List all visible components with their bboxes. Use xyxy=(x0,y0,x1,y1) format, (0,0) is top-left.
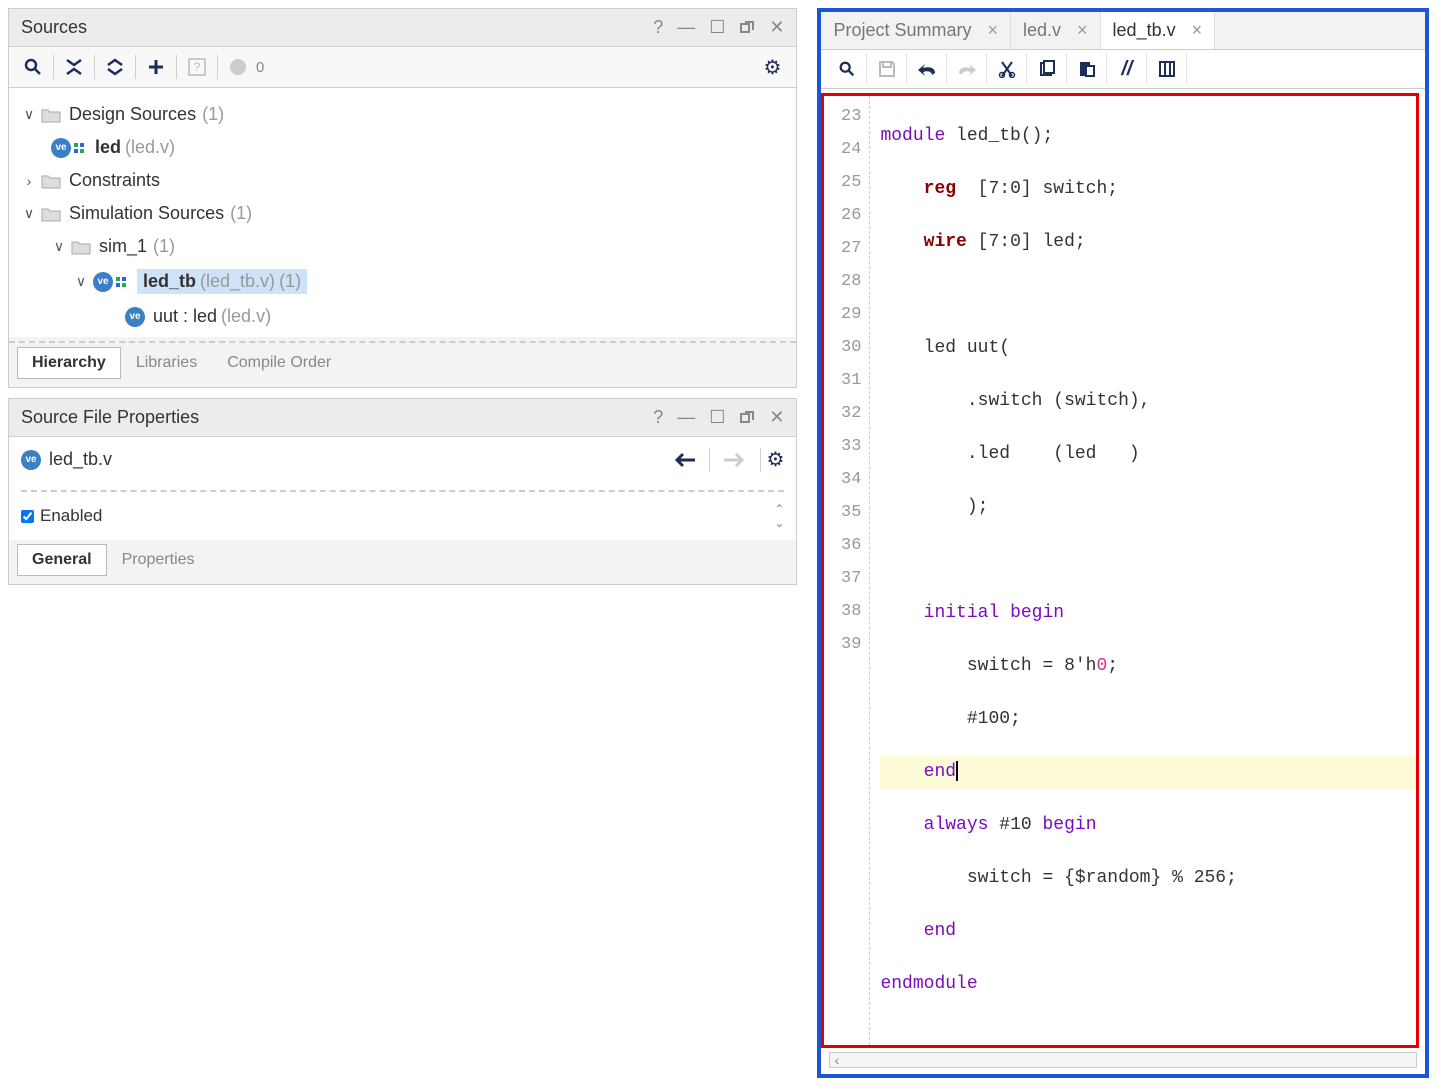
h-scrollbar[interactable]: ‹ xyxy=(821,1050,1425,1074)
undo-icon[interactable] xyxy=(907,54,947,84)
redo-icon[interactable] xyxy=(947,54,987,84)
tree-constraints[interactable]: › Constraints xyxy=(17,164,788,197)
ledtb-name: led_tb xyxy=(143,271,196,291)
forward-icon[interactable] xyxy=(724,452,746,468)
tree-led-module[interactable]: ve led (led.v) xyxy=(17,131,788,164)
prop-filename: led_tb.v xyxy=(49,449,112,470)
folder-icon xyxy=(41,173,61,189)
enabled-checkbox[interactable] xyxy=(21,510,34,523)
popout-icon[interactable] xyxy=(739,20,755,36)
tab-properties[interactable]: Properties xyxy=(107,544,210,576)
uut-file: (led.v) xyxy=(221,306,271,327)
tree-ledtb[interactable]: ∨ ve led_tb(led_tb.v)(1) xyxy=(17,263,788,300)
sources-toolbar: ? 0 ⚙ xyxy=(9,47,796,88)
close-icon[interactable]: ✕ xyxy=(769,17,784,38)
save-icon[interactable] xyxy=(867,54,907,84)
led-file: (led.v) xyxy=(125,137,175,158)
chevron-down-icon[interactable]: ∨ xyxy=(51,238,67,255)
sim-count: (1) xyxy=(230,203,252,224)
help-box-icon[interactable]: ? xyxy=(183,53,211,81)
close-icon[interactable]: × xyxy=(987,20,998,41)
sim1-label: sim_1 xyxy=(99,236,147,257)
tab-led[interactable]: led.v× xyxy=(1011,12,1101,49)
verilog-icon: ve xyxy=(93,272,129,292)
design-count: (1) xyxy=(202,104,224,125)
column-icon[interactable] xyxy=(1147,54,1187,84)
tab-project-summary[interactable]: Project Summary× xyxy=(821,12,1011,49)
close-icon[interactable]: × xyxy=(1192,20,1203,41)
verilog-icon: ve xyxy=(125,307,145,327)
sources-tree: ∨ Design Sources (1) ve led (led.v) › Co… xyxy=(9,88,796,337)
tab-ledtb[interactable]: led_tb.v× xyxy=(1101,12,1216,49)
help-icon[interactable]: ? xyxy=(653,17,663,38)
props-header: Source File Properties ? — ☐ ✕ xyxy=(9,399,796,437)
toolbar-count: 0 xyxy=(256,59,264,76)
paste-icon[interactable] xyxy=(1067,54,1107,84)
maximize-icon[interactable]: ☐ xyxy=(709,17,725,38)
status-dot-icon xyxy=(224,53,252,81)
back-icon[interactable] xyxy=(673,452,695,468)
svg-text:?: ? xyxy=(194,60,201,74)
copy-icon[interactable] xyxy=(1027,54,1067,84)
sim1-count: (1) xyxy=(153,236,175,257)
tree-design-sources[interactable]: ∨ Design Sources (1) xyxy=(17,98,788,131)
verilog-icon: ve xyxy=(21,450,41,470)
properties-panel: Source File Properties ? — ☐ ✕ ve led_tb… xyxy=(8,398,797,585)
tab-compile-order[interactable]: Compile Order xyxy=(212,347,346,379)
design-sources-label: Design Sources xyxy=(69,104,196,125)
chevron-down-icon[interactable]: ∨ xyxy=(21,205,37,222)
line-gutter: 232425 262728 293031 323334 353637 3839 xyxy=(824,96,870,1045)
tree-sim1[interactable]: ∨ sim_1 (1) xyxy=(17,230,788,263)
comment-icon[interactable]: // xyxy=(1107,54,1147,84)
sim-sources-label: Simulation Sources xyxy=(69,203,224,224)
tab-libraries[interactable]: Libraries xyxy=(121,347,212,379)
editor-tabs: Project Summary× led.v× led_tb.v× xyxy=(821,12,1425,50)
chevron-right-icon[interactable]: › xyxy=(21,173,37,189)
collapse-icon[interactable] xyxy=(60,53,88,81)
editor-panel: Project Summary× led.v× led_tb.v× // 232… xyxy=(817,8,1429,1078)
props-bottom-tabs: General Properties xyxy=(9,540,796,584)
sources-bottom-tabs: Hierarchy Libraries Compile Order xyxy=(9,343,796,387)
chevron-down-icon[interactable]: ∨ xyxy=(21,106,37,123)
text-cursor xyxy=(956,761,958,781)
gear-icon[interactable]: ⚙ xyxy=(767,447,785,472)
code-content[interactable]: module led_tb(); reg [7:0] switch; wire … xyxy=(870,96,1416,1045)
tab-hierarchy[interactable]: Hierarchy xyxy=(17,347,121,379)
folder-icon xyxy=(71,239,91,255)
prop-file-row: ve led_tb.v ⚙ xyxy=(21,447,784,472)
scroll-arrows[interactable]: ⌃⌄ xyxy=(774,502,784,530)
sources-panel: Sources ? — ☐ ✕ ? 0 ⚙ xyxy=(8,8,797,388)
maximize-icon[interactable]: ☐ xyxy=(709,407,725,428)
verilog-icon: ve xyxy=(51,138,87,158)
led-name: led xyxy=(95,137,121,158)
popout-icon[interactable] xyxy=(739,410,755,426)
gear-icon[interactable]: ⚙ xyxy=(758,53,786,81)
search-icon[interactable] xyxy=(19,53,47,81)
chevron-down-icon[interactable]: ∨ xyxy=(73,273,89,290)
editor-toolbar: // xyxy=(821,50,1425,89)
tab-general[interactable]: General xyxy=(17,544,107,576)
add-icon[interactable] xyxy=(142,53,170,81)
ledtb-count: (1) xyxy=(279,271,301,291)
expand-icon[interactable] xyxy=(101,53,129,81)
enabled-label: Enabled xyxy=(40,506,102,526)
ledtb-file: (led_tb.v) xyxy=(200,271,275,291)
tree-sim-sources[interactable]: ∨ Simulation Sources (1) xyxy=(17,197,788,230)
search-icon[interactable] xyxy=(827,54,867,84)
help-icon[interactable]: ? xyxy=(653,407,663,428)
minimize-icon[interactable]: — xyxy=(677,17,695,38)
code-editor[interactable]: 232425 262728 293031 323334 353637 3839 … xyxy=(821,89,1425,1050)
cut-icon[interactable] xyxy=(987,54,1027,84)
constraints-label: Constraints xyxy=(69,170,160,191)
uut-label: uut : led xyxy=(153,306,217,327)
minimize-icon[interactable]: — xyxy=(677,407,695,428)
folder-icon xyxy=(41,206,61,222)
props-title: Source File Properties xyxy=(21,407,639,428)
sources-header: Sources ? — ☐ ✕ xyxy=(9,9,796,47)
tree-uut[interactable]: ve uut : led (led.v) xyxy=(17,300,788,333)
folder-icon xyxy=(41,107,61,123)
close-icon[interactable]: ✕ xyxy=(769,407,784,428)
sources-title: Sources xyxy=(21,17,639,38)
close-icon[interactable]: × xyxy=(1077,20,1088,41)
